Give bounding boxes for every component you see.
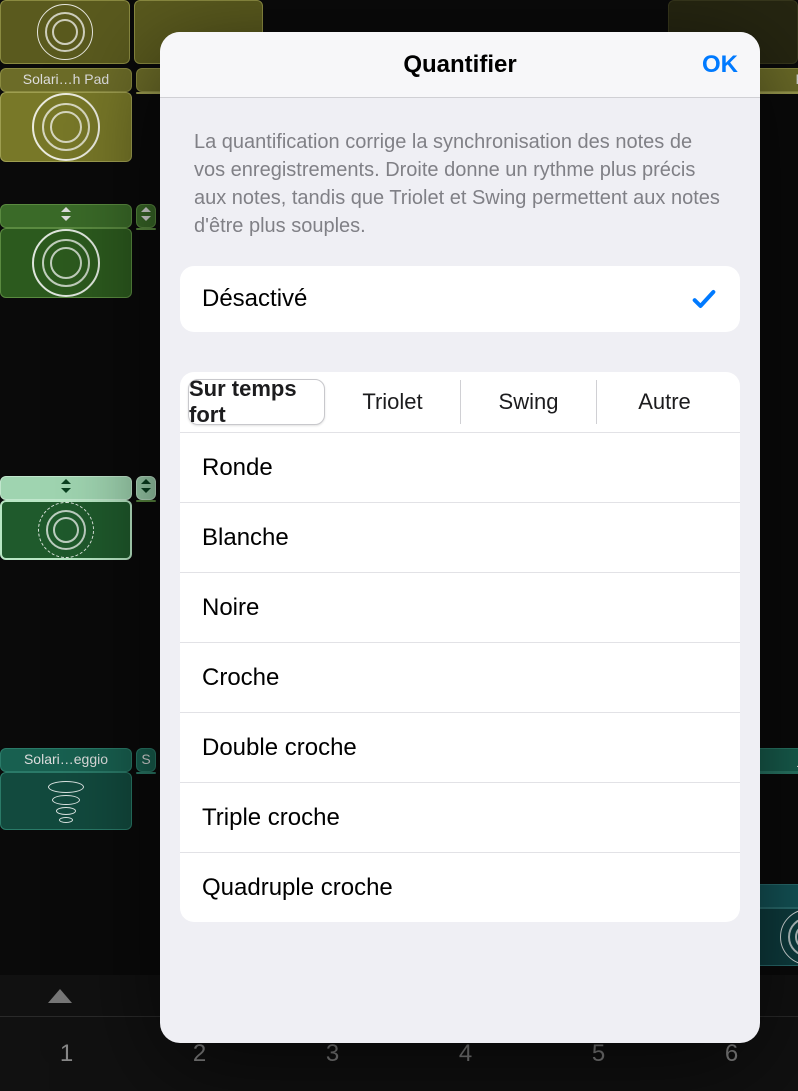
clip-cell[interactable] [136, 500, 156, 502]
quantize-popover: Quantifier OK La quantification corrige … [160, 32, 760, 1043]
popover-description: La quantification corrige la synchronisa… [160, 98, 760, 266]
clip-cell-selected[interactable] [0, 500, 132, 560]
list-item[interactable]: Noire [180, 572, 740, 642]
tab-triolet[interactable]: Triolet [325, 380, 461, 424]
updown-icon [139, 207, 153, 221]
popover-header: Quantifier OK [160, 32, 760, 98]
clip-name: Solari…eggio [24, 751, 108, 769]
list-item[interactable]: Ronde [180, 432, 740, 502]
clip-cell[interactable] [0, 228, 132, 298]
quantize-off-label: Désactivé [202, 285, 307, 313]
tab-autre[interactable]: Autre [597, 380, 732, 424]
clip-header[interactable]: Solari…eggio [0, 748, 132, 772]
clip-header[interactable] [136, 476, 156, 500]
clip-header[interactable]: S [136, 748, 156, 772]
clip-cell[interactable] [0, 772, 132, 830]
clip-header[interactable] [136, 204, 156, 228]
popover-title: Quantifier [403, 51, 516, 79]
quantize-mode-tabs: Sur temps fort Triolet Swing Autre [180, 372, 740, 432]
tab-sur-temps-fort[interactable]: Sur temps fort [188, 379, 325, 425]
clip-cell[interactable] [0, 92, 132, 162]
clip-header[interactable]: Sola…s 03 [0, 204, 132, 228]
updown-icon [59, 479, 73, 493]
clip-cell[interactable] [136, 772, 156, 774]
clip-header[interactable]: Solari…h Pad [0, 68, 132, 92]
updown-icon [59, 207, 73, 221]
list-item[interactable]: Double croche [180, 712, 740, 782]
note-value-list: Ronde Blanche Noire Croche Double croche… [180, 432, 740, 922]
updown-icon [139, 479, 153, 493]
chevron-up-icon [48, 989, 72, 1003]
clip-cell[interactable] [136, 228, 156, 230]
list-item[interactable]: Blanche [180, 502, 740, 572]
list-item[interactable]: Croche [180, 642, 740, 712]
quantize-off-row[interactable]: Désactivé [180, 266, 740, 332]
tab-swing[interactable]: Swing [461, 380, 597, 424]
quantize-options-card: Sur temps fort Triolet Swing Autre Ronde… [180, 372, 740, 922]
clip-cell[interactable] [0, 0, 130, 64]
list-item[interactable]: Triple croche [180, 782, 740, 852]
list-item[interactable]: Quadruple croche [180, 852, 740, 922]
section-number[interactable]: 1 [0, 1017, 133, 1091]
clip-name: Solari…h Pad [23, 71, 109, 89]
checkmark-icon [690, 285, 718, 313]
clip-header-selected[interactable]: Sola…s 03 [0, 476, 132, 500]
ok-button[interactable]: OK [702, 32, 738, 97]
